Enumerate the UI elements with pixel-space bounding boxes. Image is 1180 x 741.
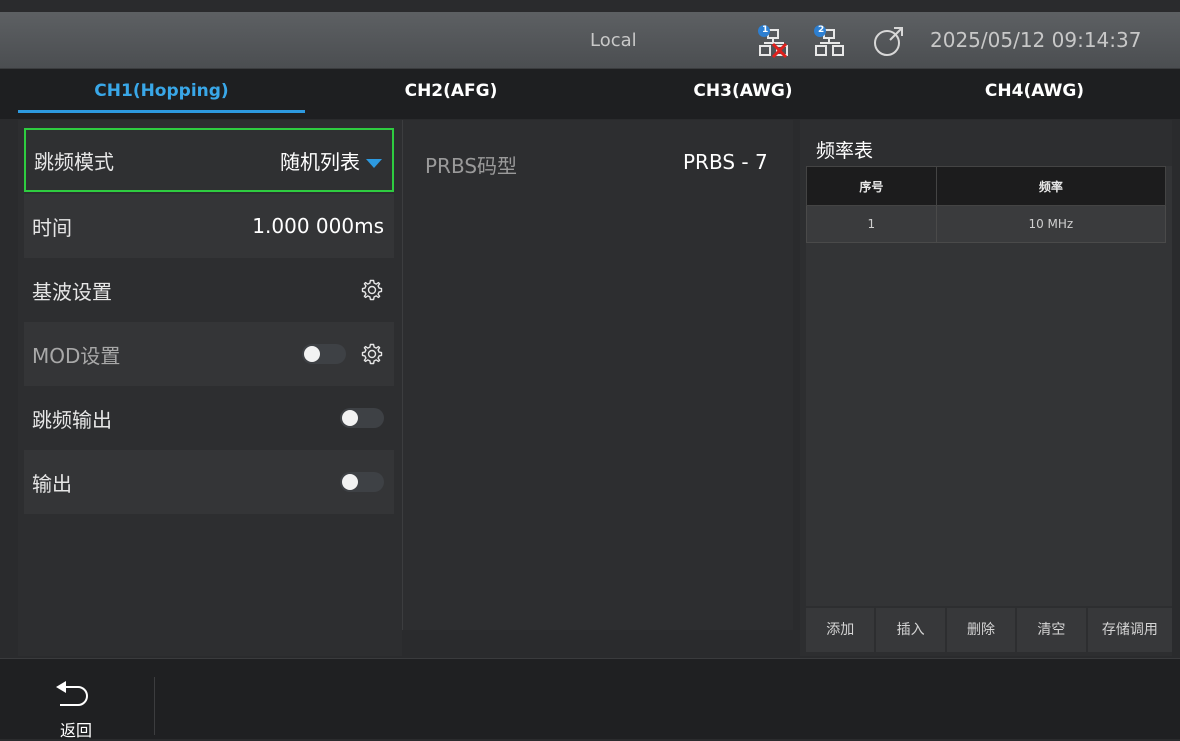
output-toggle[interactable] [340,472,384,492]
back-label: 返回 [60,721,93,740]
delete-button[interactable]: 删除 [946,608,1016,652]
mod-toggle[interactable] [302,344,346,364]
insert-button[interactable]: 插入 [876,608,945,652]
column-header-frequency: 频率 [935,166,1167,206]
hopping-settings-panel: 跳频模式 随机列表 时间 1.000 000ms 基波设置 MOD设置 跳频输出… [18,120,402,656]
tab-ch4[interactable]: CH4(AWG) [889,69,1180,119]
datetime: 2025/05/12 09:14:37 [930,28,1142,52]
gear-icon[interactable] [360,342,384,366]
prbs-pattern-value[interactable]: PRBS - 7 [683,150,768,174]
hopping-mode-value: 随机列表 [280,149,360,174]
gear-icon[interactable] [360,278,384,302]
output-label: 输出 [32,471,72,496]
carrier-settings-row[interactable]: 基波设置 [24,258,394,322]
hopping-output-row[interactable]: 跳频输出 [24,386,394,450]
add-button[interactable]: 添加 [806,608,875,652]
save-recall-button[interactable]: 存储调用 [1087,608,1173,652]
column-header-index: 序号 [806,166,937,206]
back-button[interactable]: 返回 [40,671,110,740]
remote-mode-label: Local [590,30,637,51]
table-cell-index: 1 [806,205,937,243]
hopping-mode-dropdown[interactable]: 随机列表 [280,146,382,175]
hopping-mode-row[interactable]: 跳频模式 随机列表 [24,128,394,192]
tab-ch1[interactable]: CH1(Hopping) [18,69,305,119]
hopping-mode-label: 跳频模式 [34,149,114,174]
back-arrow-icon [56,681,88,706]
hopping-output-label: 跳频输出 [32,407,112,432]
dropdown-arrow-icon [366,158,382,168]
mod-settings-label: MOD设置 [32,343,121,368]
time-label: 时间 [32,215,72,240]
hopping-output-toggle[interactable] [340,408,384,428]
clear-button[interactable]: 清空 [1017,608,1086,652]
tab-ch2[interactable]: CH2(AFG) [305,69,597,119]
frequency-table-panel: 频率表 序号 频率 1 10 MHz 添加 插入 删除 清空 存储调用 [800,120,1173,656]
output-row[interactable]: 输出 [24,450,394,514]
frequency-table-toolbar: 添加 插入 删除 清空 存储调用 [806,608,1173,652]
toggle-knob [342,474,358,490]
time-row[interactable]: 时间 1.000 000ms [24,194,394,258]
toggle-knob [342,410,358,426]
prbs-panel: PRBS码型 PRBS - 7 [402,120,793,630]
tab-ch3[interactable]: CH3(AWG) [597,69,889,119]
status-bar: Local 1 2 2025/05/12 09:14:37 [0,12,1180,69]
time-value[interactable]: 1.000 000ms [252,214,384,238]
external-clock-icon [874,27,903,56]
divider [154,677,155,735]
prbs-pattern-label: PRBS码型 [425,154,518,178]
table-cell-frequency: 10 MHz [935,205,1167,243]
mod-settings-row[interactable]: MOD设置 [24,322,394,386]
frequency-table-title: 频率表 [816,140,874,162]
bottom-bar: 返回 [0,658,1180,740]
frequency-table: 序号 频率 1 10 MHz [806,166,1167,243]
network2-badge: 2 [818,25,825,35]
table-row[interactable]: 1 10 MHz [806,205,1167,243]
channel-tabs: CH1(Hopping) CH2(AFG) CH3(AWG) CH4(AWG) [0,69,1180,119]
carrier-settings-label: 基波设置 [32,279,112,304]
toggle-knob [304,346,320,362]
network1-badge: 1 [762,25,769,35]
